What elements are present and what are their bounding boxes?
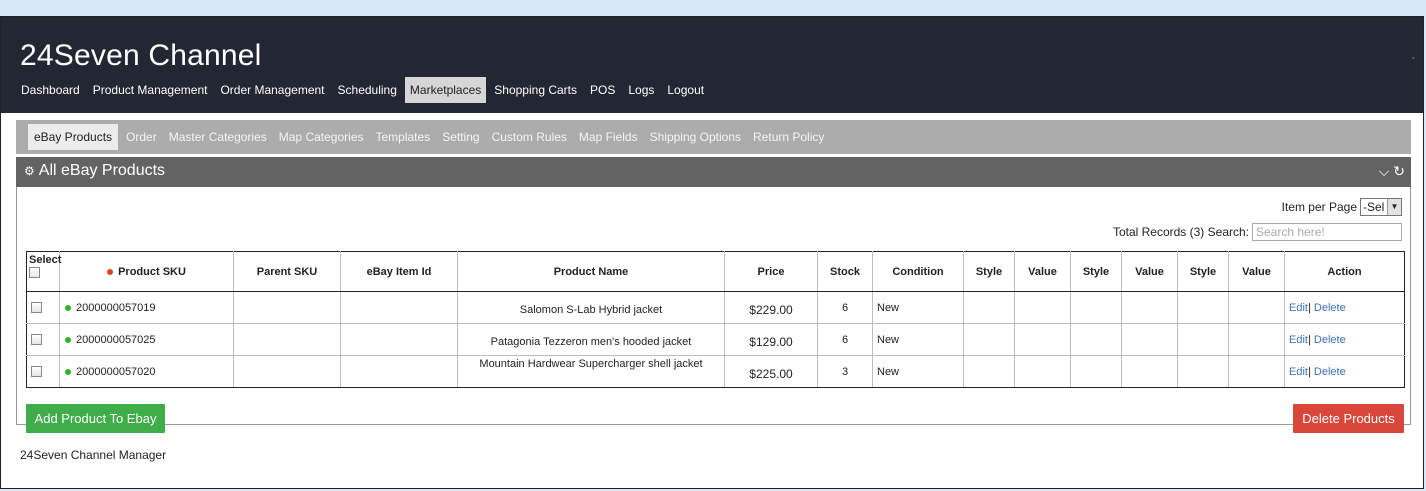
table-row: 2000000057019 Salomon S-Lab Hybrid jacke… (26, 291, 1405, 324)
nav-order-management[interactable]: Order Management (215, 77, 329, 103)
product-name: Patagonia Tezzeron men's hooded jacket (457, 323, 725, 356)
col-style-3: Style (1177, 251, 1229, 292)
product-stock: 6 (817, 323, 873, 356)
gears-icon: ⚙ (24, 164, 35, 178)
product-condition: New (872, 323, 964, 356)
col-style-1: Style (963, 251, 1015, 292)
delete-link[interactable]: Delete (1314, 334, 1346, 346)
ebay-item-id (340, 291, 458, 324)
tab-master-categories[interactable]: Master Categories (165, 124, 271, 150)
product-name: Mountain Hardwear Supercharger shell jac… (457, 355, 725, 388)
search-input[interactable]: Search here! (1252, 223, 1402, 241)
tab-setting[interactable]: Setting (438, 124, 483, 150)
tab-return-policy[interactable]: Return Policy (749, 124, 828, 150)
dropdown-arrow-icon: ▼ (1387, 199, 1401, 215)
nav-logout[interactable]: Logout (662, 77, 709, 103)
col-select: Select (26, 251, 61, 292)
tab-custom-rules[interactable]: Custom Rules (488, 124, 571, 150)
col-condition[interactable]: Condition (872, 251, 964, 292)
nav-marketplaces[interactable]: Marketplaces (404, 77, 487, 103)
col-stock[interactable]: Stock (817, 251, 873, 292)
select-all-checkbox[interactable] (29, 266, 40, 278)
table-row: 2000000057025 Patagonia Tezzeron men's h… (26, 323, 1405, 356)
product-sku: 2000000057020 (76, 365, 156, 378)
nav-scheduling[interactable]: Scheduling (333, 77, 402, 103)
parent-sku (233, 291, 341, 324)
product-stock: 3 (817, 355, 873, 388)
collapse-chevron-icon[interactable]: ⌵ (1379, 163, 1390, 179)
delete-link[interactable]: Delete (1314, 302, 1346, 314)
tab-templates[interactable]: Templates (372, 124, 435, 150)
status-dot-icon (65, 304, 71, 311)
status-dot-icon (65, 336, 71, 343)
col-style-2: Style (1070, 251, 1122, 292)
col-price[interactable]: Price (724, 251, 818, 292)
add-product-to-ebay-button[interactable]: Add Product To Ebay (26, 404, 165, 433)
product-price: $229.00 (724, 291, 818, 324)
item-per-page-label: Item per Page (1281, 200, 1357, 214)
nav-pos[interactable]: POS (585, 77, 620, 103)
product-price: $129.00 (724, 323, 818, 356)
table-header-row: Select Product SKU Parent SKU eBay Item … (26, 251, 1405, 292)
col-ebay-item-id[interactable]: eBay Item Id (340, 251, 458, 292)
panel-title: All eBay Products (38, 162, 166, 179)
col-product-sku[interactable]: Product SKU (59, 251, 234, 292)
search-row: Total Records (3) Search: Search here! (1113, 223, 1402, 241)
tab-map-categories[interactable]: Map Categories (275, 124, 368, 150)
product-stock: 6 (817, 291, 873, 324)
corner-dot-icon: ▪ (1411, 53, 1415, 63)
table-row: 2000000057020 Mountain Hardwear Supercha… (26, 355, 1405, 388)
sub-nav: eBay Products Order Master Categories Ma… (16, 120, 1411, 154)
nav-dashboard[interactable]: Dashboard (16, 77, 85, 103)
product-sku: 2000000057025 (76, 333, 156, 346)
ebay-item-id (340, 323, 458, 356)
item-per-page-select[interactable]: -Sel ▼ (1360, 198, 1402, 216)
col-value-1: Value (1014, 251, 1071, 292)
nav-logs[interactable]: Logs (623, 77, 659, 103)
products-table: Select Product SKU Parent SKU eBay Item … (26, 251, 1405, 388)
row-checkbox[interactable] (31, 366, 42, 378)
total-records-label: Total Records (3) Search: (1112, 225, 1249, 239)
footer-text: 24Seven Channel Manager (20, 448, 167, 462)
tab-shipping-options[interactable]: Shipping Options (646, 124, 745, 150)
app-title: 24Seven Channel (20, 39, 262, 72)
product-price: $225.00 (724, 355, 818, 388)
product-condition: New (872, 291, 964, 324)
tab-order[interactable]: Order (122, 124, 161, 150)
nav-product-management[interactable]: Product Management (88, 77, 213, 103)
sort-dot-icon (107, 268, 114, 275)
panel-header: ⚙ All eBay Products ⌵ ↻ (16, 157, 1411, 187)
parent-sku (233, 323, 341, 356)
parent-sku (233, 355, 341, 388)
item-per-page: Item per Page -Sel ▼ (1282, 198, 1402, 216)
delete-link[interactable]: Delete (1314, 366, 1346, 378)
row-checkbox[interactable] (31, 302, 42, 314)
action-separator: | (1307, 333, 1311, 346)
product-condition: New (872, 355, 964, 388)
product-sku: 2000000057019 (76, 301, 156, 314)
edit-link[interactable]: Edit (1289, 366, 1308, 378)
action-separator: | (1307, 365, 1311, 378)
refresh-icon[interactable]: ↻ (1393, 163, 1405, 179)
panel-body: Item per Page -Sel ▼ Total Records (3) S… (16, 187, 1411, 433)
ebay-item-id (340, 355, 458, 388)
delete-products-button[interactable]: Delete Products (1293, 404, 1404, 433)
tab-ebay-products[interactable]: eBay Products (28, 124, 119, 150)
col-value-2: Value (1121, 251, 1178, 292)
edit-link[interactable]: Edit (1289, 302, 1308, 314)
app-window: 24Seven Channel ▪ Dashboard Product Mana… (0, 16, 1424, 489)
tab-map-fields[interactable]: Map Fields (575, 124, 642, 150)
col-parent-sku[interactable]: Parent SKU (233, 251, 341, 292)
edit-link[interactable]: Edit (1289, 334, 1308, 346)
action-separator: | (1307, 301, 1311, 314)
top-header: 24Seven Channel ▪ Dashboard Product Mana… (1, 17, 1423, 113)
status-dot-icon (65, 368, 71, 375)
col-value-3: Value (1228, 251, 1285, 292)
col-product-name[interactable]: Product Name (457, 251, 725, 292)
col-action: Action (1284, 251, 1405, 292)
nav-shopping-carts[interactable]: Shopping Carts (489, 77, 582, 103)
row-checkbox[interactable] (31, 334, 42, 346)
product-name: Salomon S-Lab Hybrid jacket (457, 291, 725, 324)
top-nav: Dashboard Product Management Order Manag… (16, 77, 712, 103)
